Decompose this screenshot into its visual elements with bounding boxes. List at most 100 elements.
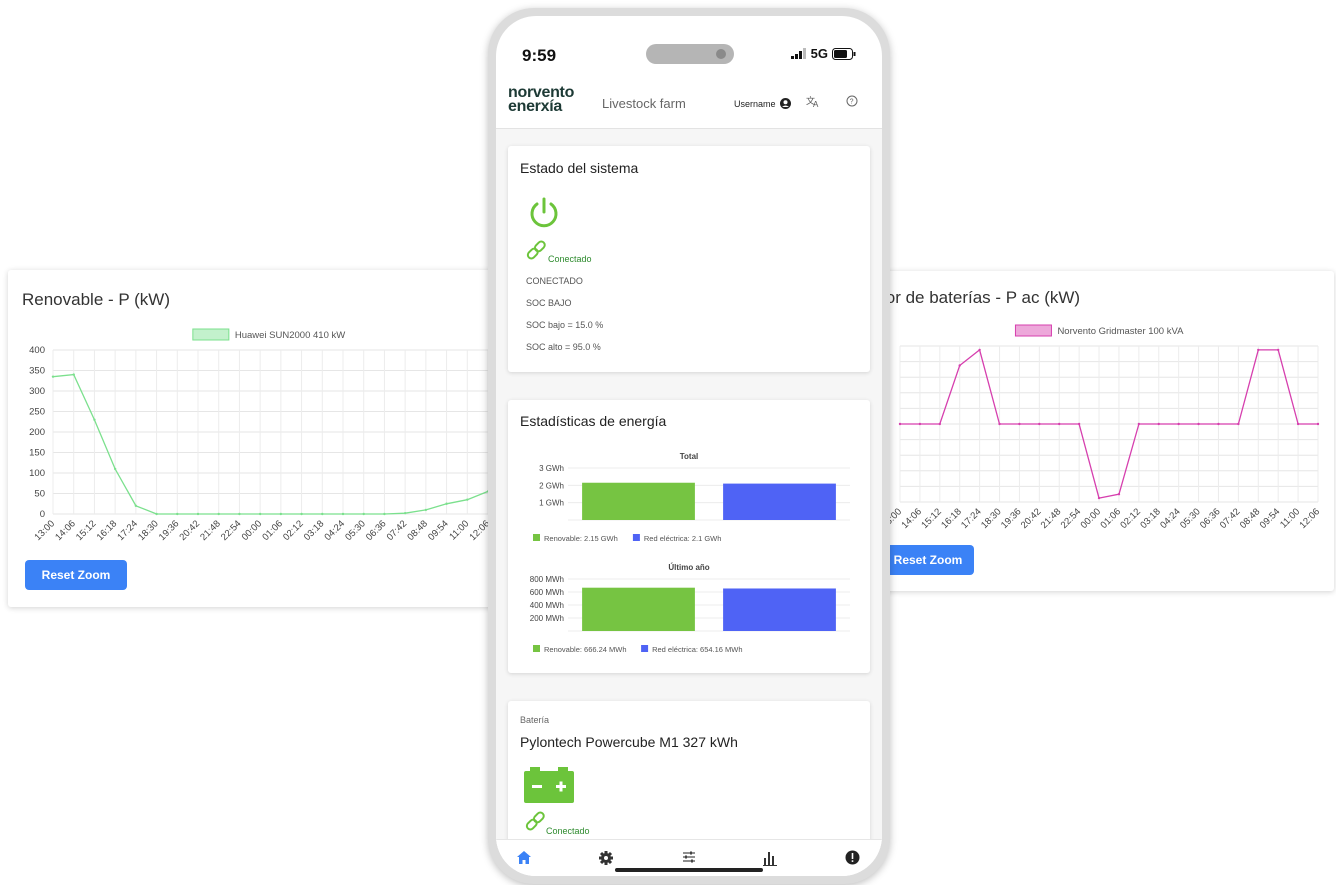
total-energy-chart[interactable]: Total 3 GWh 2 GWh 1 GWh Renovable: 2.15 GWh R… [508, 450, 870, 560]
data-point [134, 504, 138, 507]
x-tick-label: 00:00 [240, 518, 265, 543]
x-tick-label: 21:48 [1039, 506, 1064, 531]
x-tick-label: 04:24 [323, 518, 348, 543]
y-tick-label: 300 [29, 386, 45, 397]
charger-power-card: Cargador de baterías - P ac (kW) Norvent… [830, 271, 1334, 591]
x-tick-label: 16:18 [95, 518, 120, 543]
data-point [300, 512, 303, 516]
reset-zoom-button-right[interactable]: Reset Zoom [882, 545, 974, 575]
link-icon [526, 240, 546, 260]
status-line: CONECTADO [526, 276, 583, 286]
translate-icon[interactable]: 文A [806, 95, 820, 110]
data-point [1177, 422, 1180, 426]
x-tick-label: 19:36 [999, 506, 1024, 531]
energy-bar [723, 483, 836, 520]
farm-name: Livestock farm [602, 96, 686, 111]
data-point [155, 512, 158, 516]
data-point [1257, 348, 1260, 352]
legend-swatch [192, 328, 230, 341]
data-point [113, 467, 117, 471]
legend-swatch [533, 534, 540, 541]
data-point [918, 422, 922, 426]
charger-power-chart[interactable]: Norvento Gridmaster 100 kVA13:0014:0615:… [830, 316, 1334, 576]
x-tick-label: 01:06 [1098, 506, 1123, 531]
x-tick-label: 07:42 [385, 518, 410, 543]
x-tick-label: 07:42 [1218, 506, 1243, 531]
data-point [1117, 493, 1121, 496]
data-point [238, 512, 241, 516]
battery-connection-status: Conectado [546, 826, 590, 836]
signal-icon [790, 48, 806, 59]
x-tick-label: 05:30 [1178, 506, 1203, 531]
data-point [424, 508, 428, 512]
data-point [51, 375, 55, 378]
data-point [1058, 422, 1061, 426]
user-menu[interactable]: Username [734, 98, 791, 109]
legend-swatch [632, 534, 640, 541]
x-tick-label: 08:48 [1238, 506, 1263, 531]
connection-status: Conectado [548, 254, 592, 264]
battery-status-icon [832, 47, 856, 60]
y-tick-label: 250 [29, 407, 45, 418]
data-point [1217, 422, 1220, 426]
status-line: SOC BAJO [526, 298, 572, 308]
x-tick-label: 05:30 [343, 518, 368, 543]
x-tick-label: 01:06 [260, 518, 285, 543]
x-tick-label: 00:00 [1079, 506, 1104, 531]
dashboard-scroll[interactable]: Estado del sistema Conectado CONECTADO S… [496, 129, 882, 839]
x-tick-label: 15:12 [74, 518, 99, 543]
x-tick-label: 06:36 [364, 518, 389, 543]
energy-bar [582, 482, 695, 520]
legend-label: Red eléctrica: 2.1 GWh [644, 534, 722, 543]
status-time: 9:59 [522, 46, 557, 65]
user-icon [779, 98, 791, 109]
legend-label: Huawei SUN2000 410 kW [235, 330, 345, 341]
home-indicator [615, 868, 763, 872]
x-tick-label: 09:54 [1258, 506, 1283, 531]
camera-dot [716, 49, 726, 59]
x-tick-label: 22:54 [1059, 506, 1084, 531]
network-label: 5G [810, 46, 828, 61]
data-point [72, 373, 75, 376]
data-point [1276, 348, 1280, 352]
legend-label: Red eléctrica: 654.16 MWh [652, 645, 742, 654]
data-point [998, 422, 1001, 426]
x-tick-label: 12:06 [1298, 506, 1323, 531]
data-point [196, 512, 200, 516]
x-tick-label: 14:06 [899, 506, 924, 531]
data-point [1157, 422, 1160, 426]
sliders-icon[interactable] [682, 850, 696, 864]
yearly-energy-chart[interactable]: Último año 800 MWh 600 MWh 400 MWh 200 MWh Re… [508, 561, 870, 671]
battery-section-label: Batería [520, 715, 550, 725]
data-point [341, 512, 345, 516]
help-icon[interactable]: ? [846, 95, 858, 110]
renewable-chart-title: Renovable - P (kW) [22, 290, 171, 309]
bar-chart-icon[interactable] [763, 850, 777, 866]
data-point [1097, 496, 1101, 500]
x-tick-label: 06:36 [1198, 506, 1223, 531]
gear-icon[interactable] [598, 850, 614, 866]
dynamic-island [646, 44, 734, 64]
x-tick-label: 18:30 [979, 506, 1004, 531]
data-point [362, 512, 365, 516]
y-tick-label: 200 MWh [530, 614, 564, 623]
data-point [1296, 422, 1300, 426]
logo-line-2: enerxía [508, 98, 562, 115]
battery-icon [524, 767, 574, 803]
energy-stats-title: Estadísticas de energía [520, 413, 667, 429]
legend-label: Renovable: 2.15 GWh [544, 534, 618, 543]
data-point [321, 512, 324, 516]
y-tick-label: 200 [29, 427, 45, 438]
battery-title: Pylontech Powercube M1 327 kWh [520, 734, 738, 750]
x-tick-label: 03:18 [302, 518, 327, 543]
renewable-power-card: Renovable - P (kW) Huawei SUN2000 410 kW… [8, 270, 528, 607]
reset-zoom-button[interactable]: Reset Zoom [25, 560, 127, 590]
alert-icon[interactable] [845, 850, 860, 865]
norvento-logo[interactable]: norvento enerxía [508, 85, 574, 115]
battery-card: Batería Pylontech Powercube M1 327 kWh C… [508, 701, 870, 839]
home-icon[interactable] [516, 850, 532, 865]
data-point [258, 512, 262, 516]
x-tick-label: 18:30 [136, 518, 161, 543]
legend-swatch [533, 645, 540, 652]
data-point [898, 422, 902, 426]
